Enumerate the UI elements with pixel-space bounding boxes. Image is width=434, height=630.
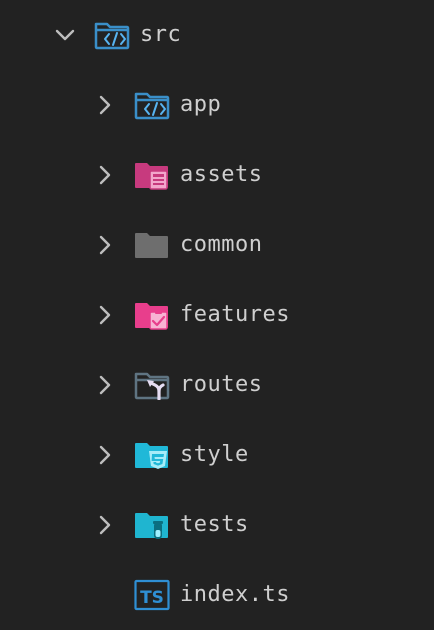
folder-assets-icon: [135, 163, 168, 190]
folder-code-icon: [134, 92, 170, 120]
folder-routes-icon: [134, 372, 170, 400]
tree-item-assets[interactable]: assets: [0, 150, 434, 200]
file-explorer-tree: src app assets common features routes st…: [0, 0, 434, 630]
tree-item-app[interactable]: app: [0, 80, 434, 130]
chevron-right-icon[interactable]: [94, 374, 116, 396]
chevron-right-icon[interactable]: [94, 164, 116, 186]
folder-features-icon: [135, 303, 168, 330]
chevron-right-icon[interactable]: [94, 234, 116, 256]
folder-code-icon: [94, 22, 130, 50]
chevron-right-icon[interactable]: [94, 514, 116, 536]
tree-item-label: style: [180, 442, 249, 467]
tree-item-label: assets: [180, 162, 263, 187]
tree-item-label: routes: [180, 372, 263, 397]
chevron-right-icon[interactable]: [94, 304, 116, 326]
tree-item-label: src: [140, 22, 182, 47]
chevron-down-icon[interactable]: [54, 24, 76, 46]
folder-css-icon: [135, 443, 168, 469]
folder-test-icon: [135, 513, 168, 539]
tree-item-common[interactable]: common: [0, 220, 434, 270]
tree-item-label: app: [180, 92, 222, 117]
chevron-right-icon[interactable]: [94, 94, 116, 116]
tree-item-style[interactable]: style: [0, 430, 434, 480]
tree-item-label: common: [180, 232, 263, 257]
typescript-file-icon: TS: [134, 579, 170, 611]
tree-item-index-ts[interactable]: TS index.ts: [0, 570, 434, 620]
tree-item-label: features: [180, 302, 290, 327]
tree-item-label: tests: [180, 512, 249, 537]
tree-item-label: index.ts: [180, 582, 290, 607]
folder-icon: [135, 233, 168, 258]
tree-item-features[interactable]: features: [0, 290, 434, 340]
svg-text:TS: TS: [140, 588, 164, 608]
tree-item-src[interactable]: src: [0, 10, 434, 60]
chevron-right-icon[interactable]: [94, 444, 116, 466]
tree-item-tests[interactable]: tests: [0, 500, 434, 550]
tree-item-routes[interactable]: routes: [0, 360, 434, 410]
